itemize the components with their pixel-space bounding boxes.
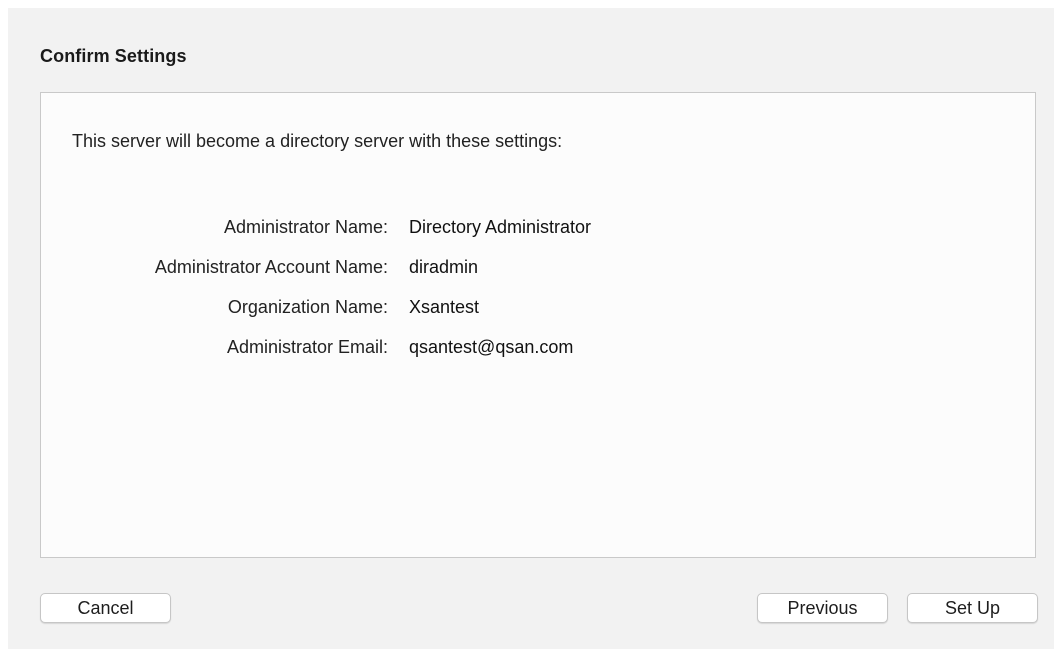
intro-text: This server will become a directory serv… bbox=[72, 131, 563, 151]
setting-label: Administrator Email: bbox=[226, 337, 388, 357]
setting-value: Xsantest bbox=[409, 297, 480, 317]
settings-summary-panel: This server will become a directory serv… bbox=[40, 92, 1036, 558]
cancel-button[interactable]: Cancel bbox=[40, 593, 171, 623]
setting-value: Directory Administrator bbox=[409, 217, 592, 237]
previous-button[interactable]: Previous bbox=[757, 593, 888, 623]
setting-value: qsantest@qsan.com bbox=[409, 337, 574, 357]
setting-label: Administrator Account Name: bbox=[154, 257, 388, 277]
setting-label: Administrator Name: bbox=[223, 217, 388, 237]
setting-label: Organization Name: bbox=[227, 297, 388, 317]
setting-value: diradmin bbox=[409, 257, 479, 277]
set-up-button[interactable]: Set Up bbox=[907, 593, 1038, 623]
setup-assistant-sheet: Confirm Settings This server will become… bbox=[8, 8, 1054, 649]
page-title: Confirm Settings bbox=[40, 46, 187, 66]
